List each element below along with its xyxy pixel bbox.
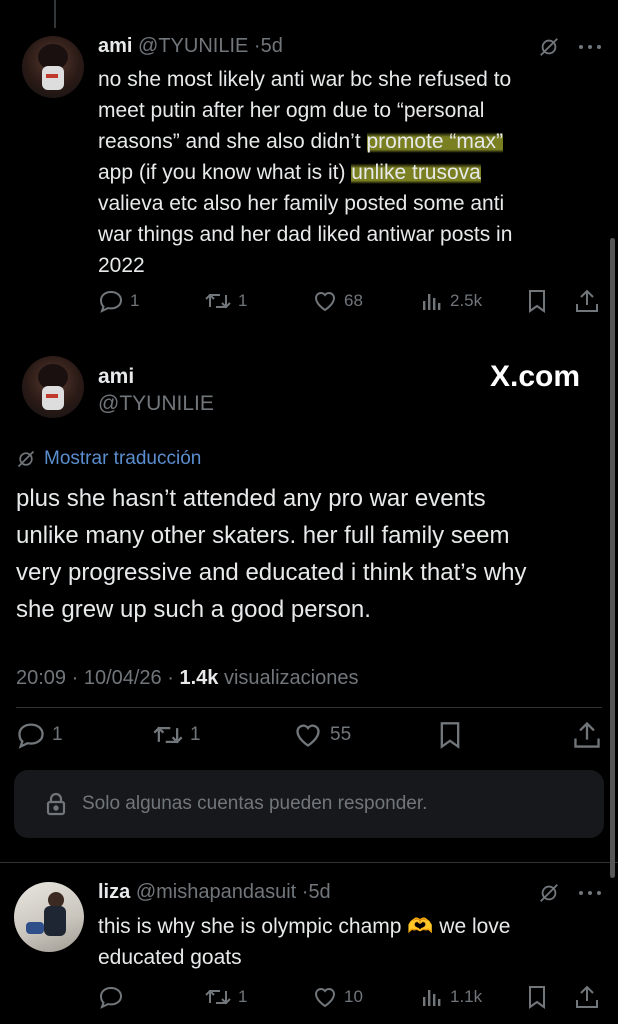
post-text-line: plus she hasn’t attended any pro war eve… (16, 485, 486, 512)
site-label: X.com (490, 360, 581, 393)
reply-button[interactable]: 1 (98, 289, 139, 313)
post-text: plus she hasn’t attended any pro war eve… (16, 480, 612, 628)
post-time[interactable]: 5d (308, 881, 330, 903)
x-logo-text: X.com (490, 360, 580, 394)
post-text-segment: we love (433, 915, 511, 938)
post-text: this is why she is olympic champ 🫶 we lo… (98, 911, 510, 973)
divider (16, 707, 602, 708)
post-text-segment: this is why she is olympic champ (98, 915, 408, 938)
post-text-segment: app (if you know what is it) (98, 161, 352, 184)
like-count: 10 (344, 987, 363, 1006)
more-icon[interactable] (578, 44, 602, 50)
divider (0, 862, 618, 863)
views-count: 1.1k (450, 987, 483, 1006)
like-icon (312, 289, 338, 313)
views-button[interactable]: 2.5k (420, 289, 482, 313)
post-text-line: meet putin after her ogm due to “persona… (98, 99, 485, 122)
grok-icon[interactable] (538, 36, 560, 58)
like-button[interactable]: 10 (312, 985, 363, 1009)
post-text-segment: reasons” and she also didn’t (98, 130, 367, 153)
post-text-line: 2022 (98, 254, 145, 277)
post-text-line: reasons” and she also didn’t promote “ma… (98, 126, 608, 157)
lock-icon (46, 792, 66, 816)
bookmark-icon[interactable] (526, 289, 548, 313)
like-count: 55 (330, 724, 352, 745)
translate-link[interactable]: Mostrar traducción (16, 448, 201, 470)
repost-button[interactable]: 1 (204, 985, 247, 1009)
share-icon[interactable] (572, 720, 602, 750)
post-meta: 20:09 · 10/04/26 · 1.4k visualizaciones (16, 667, 358, 690)
repost-icon (204, 985, 232, 1009)
share-icon[interactable] (574, 288, 600, 314)
like-button[interactable]: 55 (292, 721, 351, 749)
post-text-line: this is why she is olympic champ 🫶 we lo… (98, 911, 510, 942)
bookmark-icon[interactable] (437, 721, 463, 749)
scrollbar[interactable] (610, 238, 615, 878)
like-icon (312, 985, 338, 1009)
repost-icon (152, 721, 184, 749)
post-text-line: very progressive and educated i think th… (16, 559, 527, 586)
like-button[interactable]: 68 (312, 289, 363, 313)
grok-icon[interactable] (538, 882, 560, 904)
avatar[interactable] (22, 356, 84, 418)
repost-button[interactable]: 1 (152, 721, 201, 749)
post-text-line: she grew up such a good person. (16, 596, 371, 623)
share-icon[interactable] (574, 984, 600, 1010)
repost-icon (204, 289, 232, 313)
views-button[interactable]: 1.1k (420, 985, 482, 1009)
views-count: 2.5k (450, 291, 483, 310)
post-time[interactable]: 5d (261, 35, 283, 57)
reply-restriction-banner: Solo algunas cuentas pueden responder. (14, 770, 604, 838)
avatar[interactable] (14, 882, 84, 952)
highlighted-text: unlike trusova (351, 161, 481, 184)
author-handle[interactable]: @TYUNILIE (138, 35, 248, 57)
post-timestamp[interactable]: 20:09 · 10/04/26 · (16, 667, 179, 689)
reply-icon (98, 985, 124, 1009)
post-text-line: educated goats (98, 946, 242, 969)
post-text-line: valieva etc also her family posted some … (98, 192, 505, 215)
views-icon (420, 289, 444, 313)
post-text-line: unlike many other skaters. her full fami… (16, 522, 510, 549)
post-text-line: war things and her dad liked antiwar pos… (98, 223, 513, 246)
post-text-line: no she most likely anti war bc she refus… (98, 68, 512, 91)
reply-icon (16, 721, 46, 749)
author-handle[interactable]: @mishapandasuit (136, 881, 296, 903)
views-label: visualizaciones (218, 667, 359, 689)
restriction-text: Solo algunas cuentas pueden responder. (82, 793, 428, 814)
post-text-line: app (if you know what is it) unlike trus… (98, 157, 608, 188)
repost-count: 1 (238, 987, 248, 1006)
reply-count: 1 (130, 291, 140, 310)
views-icon (420, 985, 444, 1009)
translate-label: Mostrar traducción (44, 448, 202, 469)
author-name[interactable]: ami (98, 35, 132, 57)
post-text: no she most likely anti war bc she refus… (98, 64, 608, 281)
highlighted-text: promote “max” (366, 130, 504, 153)
like-icon (292, 721, 324, 749)
author-name[interactable]: liza (98, 881, 130, 903)
bookmark-icon[interactable] (526, 985, 548, 1009)
views-value: 1.4k (179, 667, 219, 689)
author-handle[interactable]: @TYUNILIE (98, 392, 214, 416)
translate-icon (16, 449, 36, 469)
reply-count: 1 (52, 724, 63, 745)
separator-dot: · (253, 35, 261, 57)
reply-button[interactable]: 1 (16, 721, 63, 749)
reply-button[interactable] (98, 985, 124, 1009)
like-count: 68 (344, 291, 363, 310)
thread-line (54, 0, 56, 28)
repost-count: 1 (238, 291, 248, 310)
repost-count: 1 (190, 724, 201, 745)
avatar[interactable] (22, 36, 84, 98)
repost-button[interactable]: 1 (204, 289, 247, 313)
heart-hands-emoji: 🫶 (407, 915, 434, 938)
author-name[interactable]: ami (98, 365, 134, 389)
more-icon[interactable] (578, 890, 602, 896)
reply-icon (98, 289, 124, 313)
